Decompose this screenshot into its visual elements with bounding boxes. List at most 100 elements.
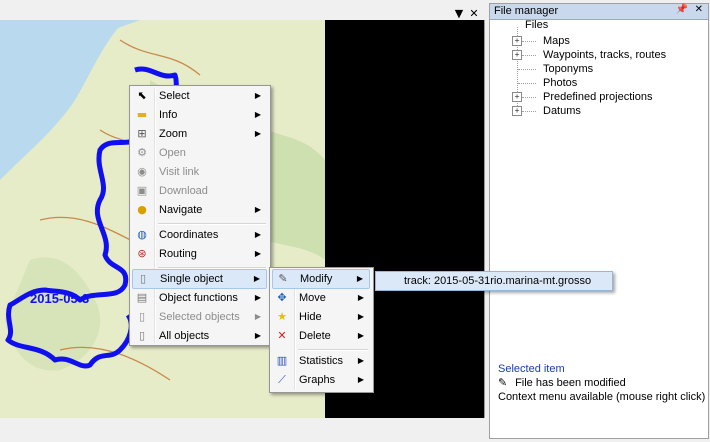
routing-icon: ⊛ <box>137 247 147 260</box>
menu-item-object-functions[interactable]: ▤ Object functions ▶ <box>132 289 267 307</box>
menu-item-routing[interactable]: ⊛ Routing ▶ <box>132 245 267 263</box>
menu-item-label: Coordinates <box>159 229 219 241</box>
tree-item-projections[interactable]: Predefined projections <box>543 90 652 104</box>
tree-branch <box>522 55 536 56</box>
tree-root-files[interactable]: Files <box>525 18 548 32</box>
modified-status: ✎ File has been modified <box>498 376 708 390</box>
open-icon: ⚙ <box>137 146 147 159</box>
menu-separator <box>298 349 368 351</box>
track-name-label: track: 2015-05-31rio.marina-mt.grosso <box>404 275 592 287</box>
submenu-arrow-icon: ▶ <box>254 230 261 239</box>
menu-item-download[interactable]: ▣ Download <box>132 182 267 200</box>
submenu-arrow-icon: ▶ <box>254 110 261 119</box>
tree-branch <box>522 111 536 112</box>
download-icon: ▣ <box>136 184 148 197</box>
tree-item-waypoints[interactable]: Waypoints, tracks, routes <box>543 48 666 62</box>
expand-icon[interactable]: + <box>512 92 522 102</box>
cursor-icon: ⬉ <box>137 89 147 102</box>
menu-item-label: Statistics <box>299 355 344 367</box>
menu-item-all-objects[interactable]: ▯ All objects ▶ <box>132 327 267 345</box>
menu-item-label: Modify <box>300 273 333 285</box>
functions-icon: ▤ <box>136 291 148 304</box>
pencil-icon: ✎ <box>278 272 288 285</box>
menu-item-label: Move <box>299 292 326 304</box>
expand-icon[interactable]: + <box>512 106 522 116</box>
submenu-item-graphs[interactable]: ⟋ Graphs ▶ <box>272 371 370 389</box>
app-window: ▼ ✕ 2015-05-3 File manager 📌 ✕ Files + M… <box>0 0 710 442</box>
pencil-icon: ✎ <box>498 376 508 389</box>
menu-separator <box>158 223 266 225</box>
map-window-titlebar: ▼ ✕ <box>0 4 484 20</box>
line-graph-icon: ⟋ <box>278 373 286 386</box>
expand-icon[interactable]: + <box>512 36 522 46</box>
menu-item-visit-link[interactable]: ◉ Visit link <box>132 163 267 181</box>
menu-item-label: Navigate <box>159 204 203 216</box>
pin-icon[interactable]: 📌 <box>676 4 688 15</box>
menu-item-label: Download <box>159 185 208 197</box>
menu-item-zoom[interactable]: ⊞ Zoom ▶ <box>132 125 267 143</box>
menu-item-label: Open <box>159 147 186 159</box>
tree-item-datums[interactable]: Datums <box>543 104 581 118</box>
tree-branch <box>518 83 536 84</box>
window-menu-button[interactable]: ▼ <box>452 7 466 21</box>
context-menu-hint: Context menu available (mouse right clic… <box>498 391 706 403</box>
tree-item-toponyms[interactable]: Toponyms <box>543 62 593 76</box>
submenu-arrow-icon: ▶ <box>254 249 261 258</box>
selected-icon: ▯ <box>138 310 146 323</box>
file-manager-title: File manager <box>494 5 559 17</box>
submenu-arrow-icon: ▶ <box>254 91 261 100</box>
submenu-item-move[interactable]: ✥ Move ▶ <box>272 289 370 307</box>
submenu-arrow-icon: ▶ <box>253 274 260 283</box>
navigate-icon: ● <box>137 203 147 216</box>
menu-item-label: Graphs <box>299 374 336 386</box>
tree-item-photos[interactable]: Photos <box>543 76 577 90</box>
menu-item-selected-objects[interactable]: ▯ Selected objects ▶ <box>132 308 267 326</box>
delete-icon: ✕ <box>277 329 287 342</box>
submenu-arrow-icon: ▶ <box>254 293 261 302</box>
star-icon: ★ <box>277 310 287 323</box>
submenu-arrow-icon: ▶ <box>357 293 364 302</box>
menu-item-label: Visit link <box>159 166 200 178</box>
menu-item-label: Routing <box>159 248 197 260</box>
menu-item-label: Selected objects <box>159 311 240 323</box>
menu-item-navigate[interactable]: ● Navigate ▶ <box>132 201 267 219</box>
expand-icon[interactable]: + <box>512 50 522 60</box>
file-manager-titlebar: File manager 📌 ✕ <box>490 4 708 20</box>
menu-item-label: Zoom <box>159 128 188 140</box>
globe-icon: ◍ <box>137 228 147 241</box>
submenu-arrow-icon: ▶ <box>254 312 261 321</box>
submenu-arrow-icon: ▶ <box>357 375 364 384</box>
submenu-item-modify[interactable]: ✎ Modify ▶ <box>272 269 370 289</box>
tree-item-maps[interactable]: Maps <box>543 34 570 48</box>
all-objects-icon: ▯ <box>138 329 146 342</box>
modified-text: File has been modified <box>515 377 626 389</box>
move-icon: ✥ <box>277 291 287 304</box>
menu-item-label: Object functions <box>159 292 238 304</box>
submenu-item-statistics[interactable]: ▥ Statistics ▶ <box>272 352 370 370</box>
tree-branch <box>522 41 536 42</box>
menu-item-select[interactable]: ⬉ Select ▶ <box>132 87 267 105</box>
menu-item-label: All objects <box>159 330 210 342</box>
submenu-item-hide[interactable]: ★ Hide ▶ <box>272 308 370 326</box>
selected-item-info: Selected item ✎ File has been modified C… <box>498 362 708 404</box>
tree-branch <box>518 69 536 70</box>
menu-item-label: Select <box>159 90 190 102</box>
menu-item-label: Hide <box>299 311 322 323</box>
tree-branch <box>522 97 536 98</box>
menu-item-coordinates[interactable]: ◍ Coordinates ▶ <box>132 226 267 244</box>
menu-item-single-object[interactable]: ▯ Single object ▶ <box>132 269 267 289</box>
submenu-arrow-icon: ▶ <box>254 205 261 214</box>
folder-icon: ▬ <box>136 108 148 121</box>
zoom-icon: ⊞ <box>137 127 147 140</box>
submenu-arrow-icon: ▶ <box>357 331 364 340</box>
link-icon: ◉ <box>137 165 147 178</box>
menu-item-open[interactable]: ⚙ Open <box>132 144 267 162</box>
close-icon[interactable]: ✕ <box>695 4 703 15</box>
single-object-submenu: ✎ Modify ▶ ✥ Move ▶ ★ Hide ▶ ✕ Delete ▶ … <box>269 267 374 393</box>
submenu-arrow-icon: ▶ <box>357 356 364 365</box>
modify-submenu-item-track[interactable]: track: 2015-05-31rio.marina-mt.grosso <box>375 271 613 291</box>
menu-item-info[interactable]: ▬ Info ▶ <box>132 106 267 124</box>
submenu-arrow-icon: ▶ <box>356 274 363 283</box>
close-map-button[interactable]: ✕ <box>467 7 481 21</box>
submenu-item-delete[interactable]: ✕ Delete ▶ <box>272 327 370 345</box>
